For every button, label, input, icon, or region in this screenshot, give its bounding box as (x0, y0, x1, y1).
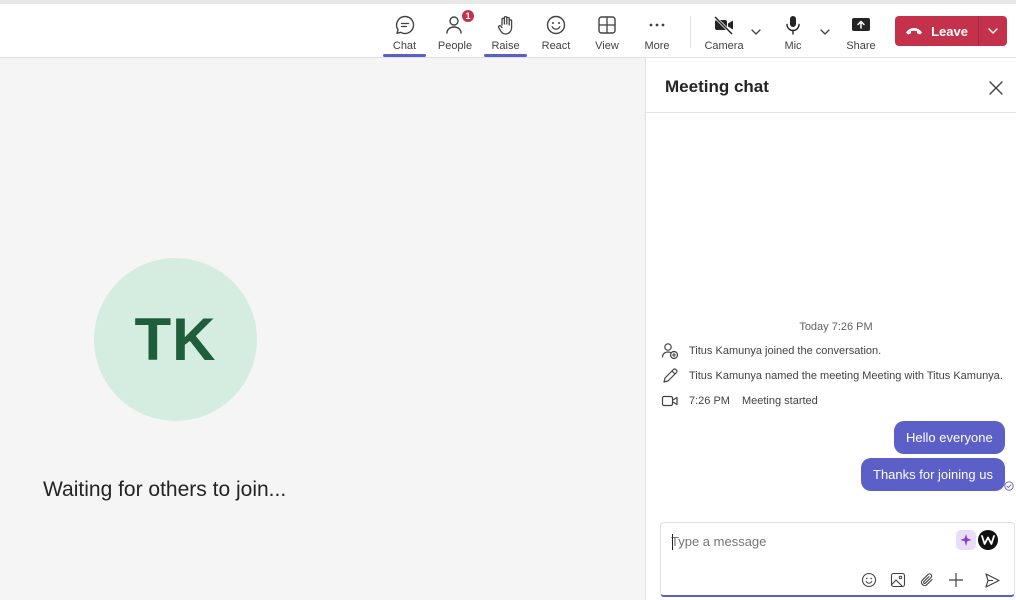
close-chat-button[interactable] (986, 78, 1006, 98)
microphone-icon (781, 13, 805, 37)
chat-icon (393, 13, 417, 37)
chevron-down-icon (988, 28, 998, 34)
meeting-toolbar: Chat 1 People Raise React View More Came… (0, 4, 1016, 58)
event-text: Meeting started (741, 395, 818, 407)
more-label: More (644, 40, 670, 52)
raise-label: Raise (491, 40, 520, 52)
chevron-down-icon (820, 29, 830, 35)
meeting-chat-panel: Meeting chat Today 7:26 PM Titus Kamunya… (645, 58, 1016, 600)
event-joined: Titus Kamunya joined the conversation. (660, 342, 881, 360)
chat-title: Meeting chat (665, 77, 769, 96)
message-compose-box (660, 522, 1015, 597)
chat-label: Chat (392, 40, 417, 52)
plus-icon (948, 572, 964, 588)
person-add-icon (660, 342, 680, 360)
attach-button[interactable] (917, 570, 937, 590)
message-input[interactable] (671, 534, 941, 549)
more-options-icon (645, 13, 669, 37)
view-label: View (595, 40, 619, 52)
chat-header: Meeting chat (646, 58, 1016, 113)
leave-label: Leave (931, 23, 968, 39)
close-icon (989, 81, 1003, 95)
people-icon: 1 (443, 9, 475, 37)
event-text: Titus Kamunya joined the conversation. (689, 345, 882, 357)
pencil-icon (660, 367, 680, 385)
share-screen-icon (849, 13, 873, 37)
event-time: 7:26 PM (689, 395, 730, 407)
event-meeting-started: 7:26 PM Meeting started (660, 392, 818, 410)
raise-hand-button[interactable]: Raise (484, 4, 527, 58)
image-button[interactable] (888, 570, 908, 590)
raise-active-indicator (484, 54, 527, 57)
people-count-badge: 1 (461, 9, 475, 23)
toolbar-divider (690, 16, 691, 48)
emoji-icon (861, 572, 877, 588)
event-text: Titus Kamunya named the meeting Meeting … (689, 370, 1003, 382)
camera-off-icon (712, 13, 736, 37)
chat-timestamp: Today 7:26 PM (799, 321, 873, 333)
mic-options-chevron[interactable] (817, 24, 833, 40)
text-caret (672, 534, 673, 550)
share-label: Share (846, 40, 876, 52)
app-w-button[interactable] (978, 530, 998, 550)
camera-button[interactable]: Camera (702, 4, 746, 58)
chevron-down-icon (751, 29, 761, 35)
more-button[interactable]: More (637, 4, 677, 58)
leave-control: Leave (895, 16, 1007, 46)
send-icon (984, 572, 1000, 588)
video-icon (660, 392, 680, 410)
meeting-stage: TK Waiting for others to join... (0, 58, 645, 600)
send-button[interactable] (982, 570, 1002, 590)
hang-up-icon (906, 28, 923, 35)
participant-avatar: TK (94, 258, 257, 421)
view-button[interactable]: View (587, 4, 627, 58)
read-receipt-icon (1004, 481, 1014, 491)
chat-active-indicator (383, 54, 426, 57)
image-icon (890, 572, 906, 588)
people-label: People (437, 40, 473, 52)
add-button[interactable] (946, 570, 966, 590)
grid-view-icon (595, 13, 619, 37)
camera-options-chevron[interactable] (748, 24, 764, 40)
leave-button[interactable]: Leave (895, 16, 979, 46)
chat-button[interactable]: Chat (383, 4, 426, 58)
emoji-button[interactable] (859, 570, 879, 590)
event-renamed: Titus Kamunya named the meeting Meeting … (660, 367, 1003, 385)
chat-message-bubble[interactable]: Hello everyone (894, 421, 1005, 454)
react-button[interactable]: React (536, 4, 576, 58)
hand-icon (494, 13, 518, 37)
camera-label: Camera (704, 40, 744, 52)
waiting-message: Waiting for others to join... (43, 478, 287, 501)
paperclip-icon (920, 573, 933, 587)
react-label: React (541, 40, 571, 52)
copilot-button[interactable] (956, 530, 976, 550)
mic-button[interactable]: Mic (775, 4, 811, 58)
w-logo-icon (981, 535, 995, 545)
people-button[interactable]: 1 People (435, 4, 475, 58)
sparkle-icon (960, 534, 972, 546)
leave-options-chevron[interactable] (979, 16, 1007, 46)
chat-message-bubble[interactable]: Thanks for joining us (861, 458, 1005, 491)
mic-label: Mic (784, 40, 802, 52)
smiley-icon (544, 13, 568, 37)
share-button[interactable]: Share (841, 4, 881, 58)
